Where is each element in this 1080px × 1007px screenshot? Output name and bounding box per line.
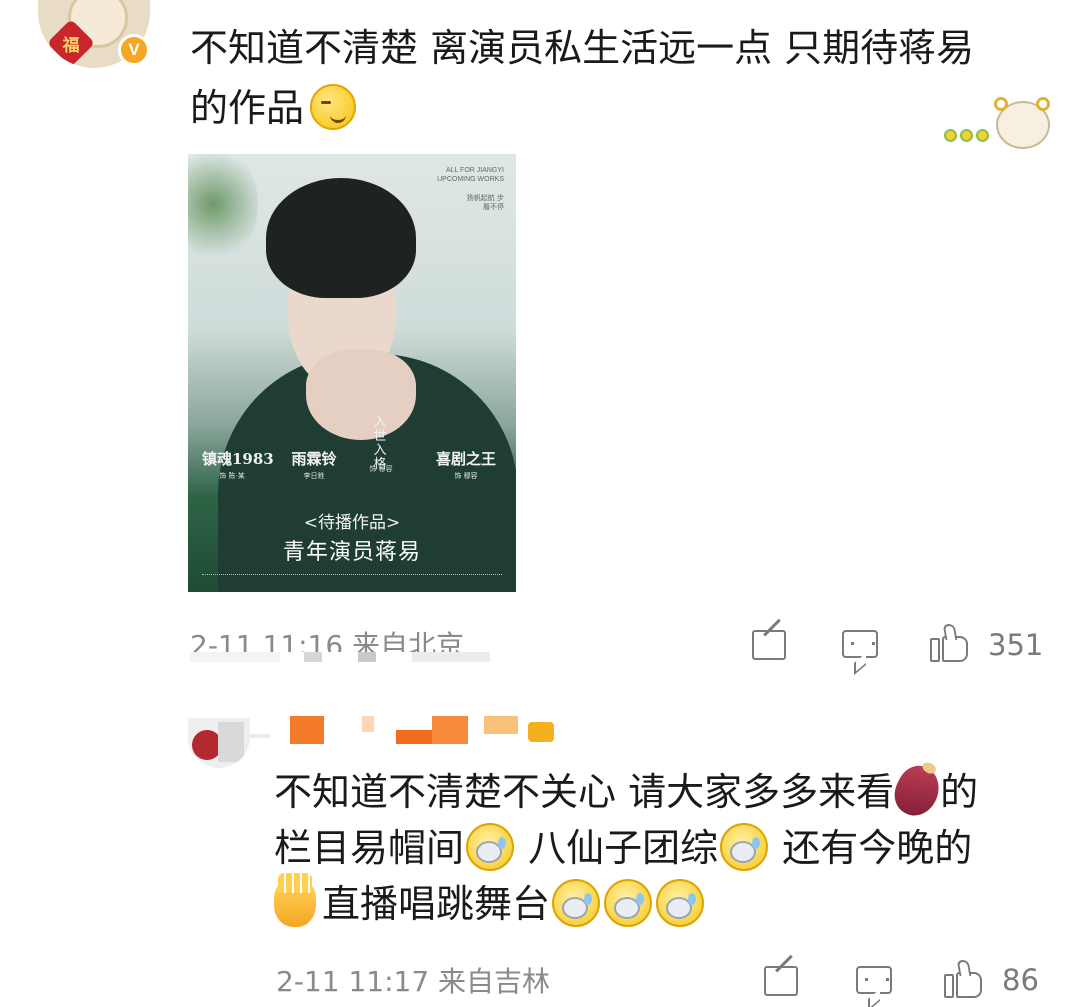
sweat-face-icon [552,878,601,927]
comment-text-fragment: 不知道不清楚不关心 请大家多多来看 [274,770,895,814]
comment-text: 不知道不清楚不关心 请大家多多来看 的 栏目易帽间 八仙子团综 还有今晚的 直播唱… [274,758,1044,932]
comment-text-fragment: 八仙子团综 [516,826,719,870]
flower-icon [960,129,973,142]
meta-redaction [190,652,490,662]
username-block [362,716,374,732]
comment-text-line: 的作品 [190,78,1040,138]
poster-work-title: 雨霖铃 [291,450,337,468]
share-icon[interactable] [752,630,786,660]
avatar[interactable] [188,718,250,768]
comment-icon[interactable] [856,966,892,994]
comment-text-line: 不知道不清楚 离演员私生活远一点 只期待蒋易 [190,26,975,70]
avatar-redaction [250,734,270,738]
like-icon-thumb [956,960,972,976]
fu-text: 福 [62,36,80,56]
horn-icon [994,97,1008,111]
sweat-face-icon [720,822,769,871]
poster-header-cn: 扬帆起航 步履不停 [466,194,504,211]
avatar-grey-patch [218,722,244,762]
like-icon-thumb [942,624,958,640]
poster-header-en: ALL FOR JIANGYI UPCOMING WORKS [437,167,504,183]
comment-text-line: 栏目易帽间 八仙子团综 还有今晚的 [274,820,1044,876]
poster-works: 镇魂1983 饰 陈·某 雨霖铃 李日鉎 喜剧之王 饰 穆容 [202,442,502,482]
poster-fine-print [202,574,502,577]
comment-text-line: 直播唱跳舞台 [274,872,1044,932]
sweat-face-icon [604,878,653,927]
poster-work: 雨霖铃 李日鉎 [274,448,354,481]
like-icon-cuff [930,638,940,662]
username-block [484,716,518,734]
sweat-face-icon [466,822,515,871]
poster-work: 喜剧之王 饰 穆容 [430,448,502,481]
like-icon-cuff [944,974,954,998]
poster-work-title: 喜剧之王 [435,450,496,468]
like-count: 351 [988,628,1044,662]
username-block [432,716,468,744]
username-block [528,722,554,742]
comment-text-fragment: 的 [940,770,979,814]
comment-text-fragment: 直播唱跳舞台 [322,882,551,926]
poster-work-sub: 李日鉎 [303,472,325,480]
sweat-face-icon [656,878,705,927]
like-icon[interactable] [944,960,984,998]
like-count: 86 [1002,963,1039,997]
like-icon[interactable] [930,624,970,662]
username-block [396,730,432,744]
username-block [290,716,324,744]
comment-icon[interactable] [842,630,878,658]
poster-work: 镇魂1983 饰 陈·某 [202,448,274,481]
comment-meta: 2-11 11:17 来自吉林 [276,965,551,998]
comment-text-fragment: 栏目易帽间 [274,826,465,870]
comment-image[interactable]: ALL FOR JIANGYI UPCOMING WORKS 扬帆起航 步履不停… [188,154,516,592]
flower-icon [944,129,957,142]
horn-icon [1036,97,1050,111]
smirk-icon [310,83,357,130]
raised-hand-icon [274,872,316,927]
poster-work-title: 镇魂1983 [202,450,274,468]
share-icon[interactable] [764,966,798,996]
leaf-decoration [188,154,258,264]
comment-text: 不知道不清楚 离演员私生活远一点 只期待蒋易 的作品 [190,18,1040,138]
sweet-potato-icon [886,758,948,823]
hands [306,350,416,440]
poster-vertical-sub: 饰 穆容 [369,465,393,473]
comment-text-fragment: 还有今晚的 [770,826,973,870]
flower-icon [976,129,989,142]
poster-caption: 青年演员蒋易 [282,540,421,565]
verified-badge-icon: V [118,34,150,66]
poster-tag: <待播作品> [303,513,401,533]
hair [266,178,416,298]
comment-text-fragment: 的作品 [190,86,305,130]
poster-work-sub: 饰 陈·某 [219,472,245,480]
sheep-flowers-sticker [944,95,1056,153]
comment-text-line: 不知道不清楚不关心 请大家多多来看 的 [274,758,1044,823]
poster-work-sub: 饰 穆容 [454,472,478,480]
